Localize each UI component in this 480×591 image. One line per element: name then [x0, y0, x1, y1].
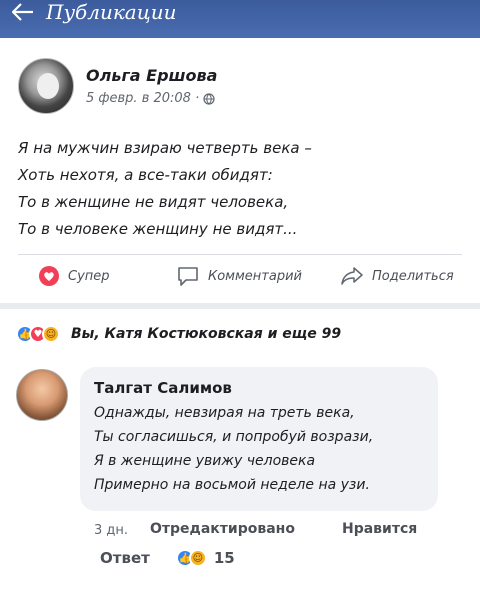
comment-bubble[interactable]: Талгат Салимов Однажды, невзирая на трет…	[80, 367, 438, 511]
commenter-name[interactable]: Талгат Салимов	[94, 379, 424, 397]
post-line: То в человеке женщину не видят...	[18, 220, 298, 238]
reactions-text: Вы, Катя Костюковская и еще 99	[71, 326, 342, 342]
post-header: Ольга Ершова 5 февр. в 20:08 ·	[18, 58, 217, 114]
comment-time[interactable]: 3 дн.	[94, 523, 128, 538]
reaction-icons: 👍 ♥ ☺	[16, 325, 60, 343]
commenter-avatar[interactable]	[16, 369, 68, 421]
author-avatar[interactable]	[18, 58, 74, 114]
like-button[interactable]: Супер	[38, 265, 110, 287]
post-line: Хоть нехотя, а все-таки обидят:	[18, 166, 273, 184]
share-icon	[341, 267, 363, 285]
comment-text: Однажды, невзирая на треть века, Ты согл…	[94, 401, 424, 497]
post-line: То в женщине не видят человека,	[18, 193, 289, 211]
post-date[interactable]: 5 февр. в 20:08 ·	[86, 91, 199, 106]
comment-icon	[178, 267, 198, 286]
post-text: Я на мужчин взираю четверть века – Хоть …	[18, 135, 312, 243]
comment-reactions[interactable]: 👍 ☺ 15	[175, 549, 235, 567]
reactions-summary[interactable]: 👍 ♥ ☺ Вы, Катя Костюковская и еще 99	[0, 309, 480, 359]
globe-icon	[203, 92, 215, 105]
comment-line: Примерно на восьмой неделе на узи.	[94, 477, 370, 493]
top-app-bar: Публикации	[0, 0, 480, 38]
edited-label[interactable]: Отредактировано	[150, 521, 295, 537]
back-button[interactable]	[0, 0, 46, 38]
post-line: Я на мужчин взираю четверть века –	[18, 139, 312, 157]
comment-reaction-count: 15	[213, 549, 235, 567]
post-card: Ольга Ершова 5 февр. в 20:08 · Я на мужч…	[0, 38, 480, 303]
comment-button[interactable]: Комментарий	[176, 265, 302, 287]
love-reaction-icon	[39, 266, 59, 286]
divider	[18, 254, 462, 255]
like-label: Супер	[68, 268, 110, 284]
comment-line: Ты согласишься, и попробуй возрази,	[94, 429, 374, 445]
comment-line: Однажды, невзирая на треть века,	[94, 405, 355, 421]
haha-reaction-icon: ☺	[42, 325, 60, 343]
comment-line: Я в женщине увижу человека	[94, 453, 316, 469]
comment-like-button[interactable]: Нравится	[342, 521, 417, 537]
author-name[interactable]: Ольга Ершова	[86, 66, 217, 85]
comment-footer-row2: Ответ 👍 ☺ 15	[100, 545, 235, 571]
comment-label: Комментарий	[208, 268, 302, 284]
reply-button[interactable]: Ответ	[100, 549, 150, 567]
post-actions: Супер Комментарий Поделиться	[0, 256, 480, 296]
share-label: Поделиться	[372, 268, 454, 284]
haha-reaction-icon: ☺	[188, 549, 207, 567]
share-button[interactable]: Поделиться	[340, 265, 454, 287]
comments-section: Талгат Салимов Однажды, невзирая на трет…	[0, 359, 480, 591]
comment-footer: 3 дн. Отредактировано Нравится	[94, 519, 434, 545]
post-meta: 5 февр. в 20:08 ·	[86, 91, 217, 106]
arrow-left-icon	[12, 3, 33, 21]
page-title: Публикации	[46, 0, 177, 24]
